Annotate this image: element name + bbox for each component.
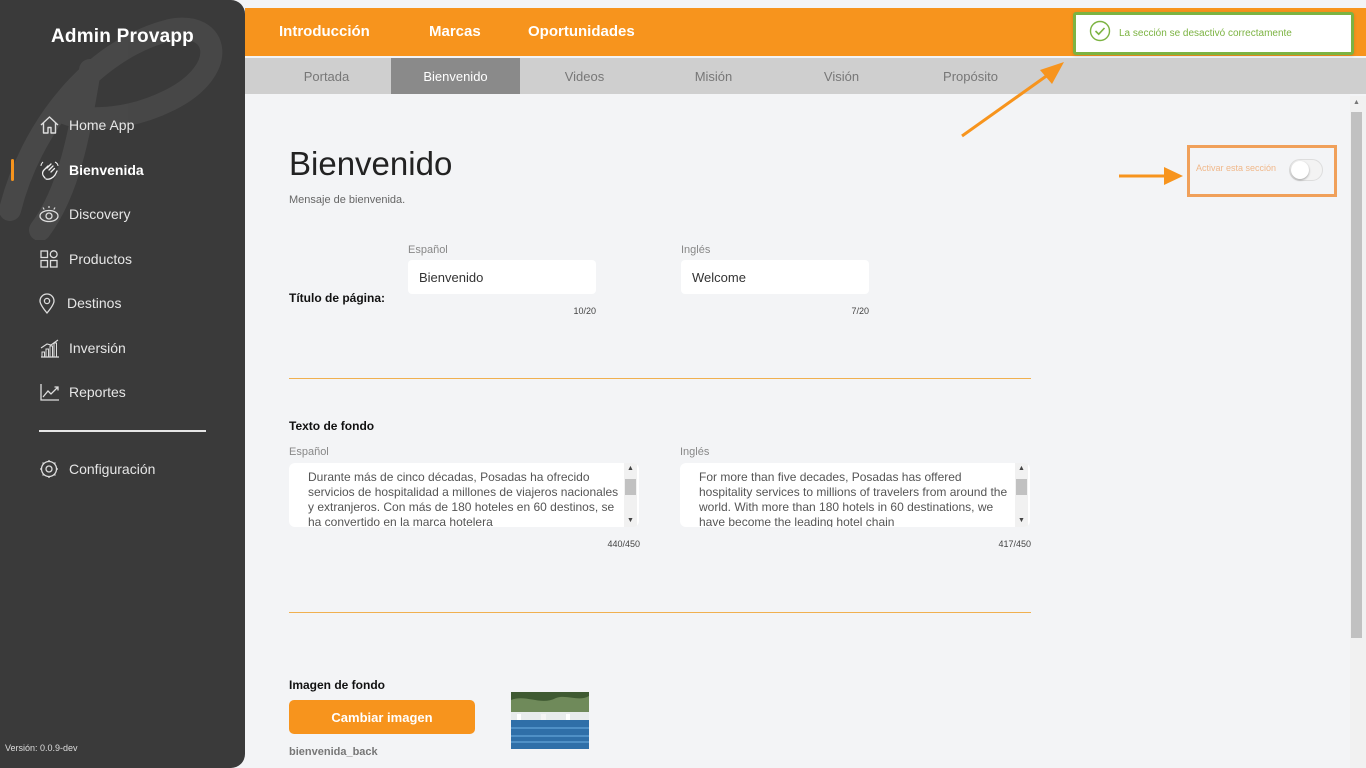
sidebar-item-bienvenida[interactable]: Bienvenida xyxy=(0,155,245,185)
eye-icon xyxy=(38,203,60,225)
page-title-es-input[interactable] xyxy=(408,260,596,294)
sidebar-item-home-app[interactable]: Home App xyxy=(0,110,245,140)
textarea-scrollbar[interactable]: ▲ ▼ xyxy=(624,463,637,527)
page-subtitle: Mensaje de bienvenida. xyxy=(289,194,406,206)
textarea-scrollbar[interactable]: ▲ ▼ xyxy=(1015,463,1028,527)
subtab-videos[interactable]: Videos xyxy=(520,58,649,94)
sidebar-item-discovery[interactable]: Discovery xyxy=(0,199,245,229)
activate-section-toggle[interactable] xyxy=(1289,159,1323,181)
sidebar-item-inversion[interactable]: Inversión xyxy=(0,333,245,363)
arrow-head-icon xyxy=(1164,167,1183,185)
background-image-label: Imagen de fondo xyxy=(289,678,385,692)
products-grid-icon xyxy=(38,248,60,270)
activate-section-label: Activar esta sección xyxy=(1196,163,1277,173)
page-scrollbar-thumb[interactable] xyxy=(1351,112,1362,638)
sidebar-item-destinos[interactable]: Destinos xyxy=(0,288,245,318)
english-label: Inglés xyxy=(680,446,710,458)
section-divider xyxy=(289,378,1031,379)
scroll-up-arrow-icon[interactable]: ▲ xyxy=(1018,465,1025,472)
scroll-down-arrow-icon[interactable]: ▼ xyxy=(627,517,634,524)
char-counter: 7/20 xyxy=(851,306,869,316)
textarea-scrollbar-thumb[interactable] xyxy=(1016,479,1027,495)
page-title: Bienvenido xyxy=(289,145,453,182)
background-text-label: Texto de fondo xyxy=(289,419,375,433)
tab-oportunidades[interactable]: Oportunidades xyxy=(528,23,635,40)
sidebar-item-label: Inversión xyxy=(69,340,126,356)
map-pin-icon xyxy=(36,292,58,314)
version-label: Versión: 0.0.9-dev xyxy=(5,743,78,753)
sidebar-item-productos[interactable]: Productos xyxy=(0,244,245,274)
page-title-field-label: Título de página: xyxy=(289,291,385,305)
subtab-mision[interactable]: Misión xyxy=(649,58,778,94)
gear-icon xyxy=(38,458,60,480)
sub-nav-bar: Portada Bienvenido Videos Misión Visión … xyxy=(245,58,1366,94)
textarea-scrollbar-thumb[interactable] xyxy=(625,479,636,495)
background-text-en-textarea[interactable]: For more than five decades, Posadas has … xyxy=(680,463,1030,527)
page-title-en-input[interactable] xyxy=(681,260,869,294)
tab-introduccion[interactable]: Introducción xyxy=(279,23,370,40)
sidebar-item-label: Reportes xyxy=(69,384,126,400)
sidebar-item-configuracion[interactable]: Configuración xyxy=(0,454,245,484)
sidebar-item-label: Bienvenida xyxy=(69,162,144,178)
sidebar-item-label: Productos xyxy=(69,251,133,267)
spanish-label: Español xyxy=(289,446,329,458)
scroll-up-arrow-icon[interactable]: ▲ xyxy=(627,465,634,472)
success-toast: La sección se desactivó correctamente xyxy=(1073,12,1354,55)
background-image-thumbnail xyxy=(511,692,589,749)
subtab-portada[interactable]: Portada xyxy=(262,58,391,94)
char-counter: 440/450 xyxy=(607,539,640,549)
home-icon xyxy=(38,114,60,136)
check-circle-icon xyxy=(1089,20,1111,47)
bar-chart-icon xyxy=(38,337,60,359)
sidebar-item-label: Home App xyxy=(69,117,135,133)
toggle-knob xyxy=(1291,161,1309,179)
subtab-vision[interactable]: Visión xyxy=(777,58,906,94)
sidebar-divider xyxy=(39,430,206,432)
sidebar-item-label: Destinos xyxy=(67,295,122,311)
subtab-bienvenido[interactable]: Bienvenido xyxy=(391,58,520,94)
scroll-down-arrow-icon[interactable]: ▼ xyxy=(1018,517,1025,524)
sidebar-item-reportes[interactable]: Reportes xyxy=(0,377,245,407)
spanish-label: Español xyxy=(408,244,448,256)
active-indicator xyxy=(11,159,14,181)
textarea-content: For more than five decades, Posadas has … xyxy=(699,470,1008,527)
sidebar-item-label: Discovery xyxy=(69,206,131,222)
char-counter: 417/450 xyxy=(998,539,1031,549)
tab-marcas[interactable]: Marcas xyxy=(429,23,481,40)
waving-hand-icon xyxy=(38,159,60,181)
char-counter: 10/20 xyxy=(573,306,596,316)
line-chart-icon xyxy=(38,381,60,403)
image-filename: bienvenida_back xyxy=(289,746,378,758)
sidebar: Admin Provapp Home App Bienvenida Discov… xyxy=(0,0,245,768)
sidebar-item-label: Configuración xyxy=(69,461,156,477)
textarea-content: Durante más de cinco décadas, Posadas ha… xyxy=(308,470,619,527)
app-title: Admin Provapp xyxy=(50,26,194,47)
subtab-proposito[interactable]: Propósito xyxy=(906,58,1035,94)
scroll-up-arrow-icon[interactable]: ▲ xyxy=(1353,99,1360,106)
toast-message: La sección se desactivó correctamente xyxy=(1119,28,1292,39)
english-label: Inglés xyxy=(681,244,711,256)
change-image-button[interactable]: Cambiar imagen xyxy=(289,700,475,734)
section-divider xyxy=(289,612,1031,613)
background-text-es-textarea[interactable]: Durante más de cinco décadas, Posadas ha… xyxy=(289,463,639,527)
